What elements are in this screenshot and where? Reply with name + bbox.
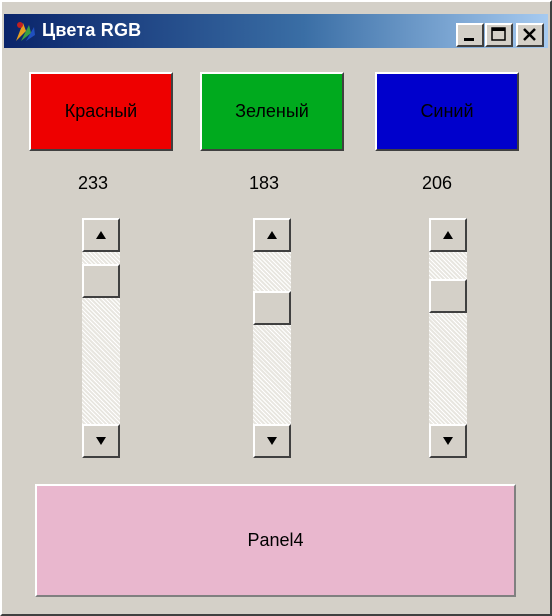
maximize-icon xyxy=(491,27,506,41)
title-bar[interactable]: Цвета RGB xyxy=(4,14,548,48)
color-preview-panel: Panel4 xyxy=(35,484,516,597)
scroll-down-button[interactable] xyxy=(82,424,120,458)
blue-button[interactable]: Синий xyxy=(375,72,519,151)
close-icon xyxy=(523,28,536,41)
green-scrollbar[interactable] xyxy=(253,218,291,458)
scroll-track[interactable] xyxy=(429,218,467,458)
red-button[interactable]: Красный xyxy=(29,72,173,151)
scroll-down-button[interactable] xyxy=(253,424,291,458)
scroll-up-button[interactable] xyxy=(253,218,291,252)
blue-scrollbar[interactable] xyxy=(429,218,467,458)
blue-value: 206 xyxy=(421,173,453,193)
arrow-up-icon xyxy=(96,231,106,239)
red-scrollbar[interactable] xyxy=(82,218,120,458)
scroll-track[interactable] xyxy=(253,218,291,458)
window-title: Цвета RGB xyxy=(42,20,142,40)
scroll-up-button[interactable] xyxy=(82,218,120,252)
app-icon xyxy=(16,22,35,41)
scroll-down-button[interactable] xyxy=(429,424,467,458)
maximize-button[interactable] xyxy=(485,23,513,47)
arrow-down-icon xyxy=(267,437,277,445)
arrow-up-icon xyxy=(267,231,277,239)
minimize-icon xyxy=(464,38,474,41)
scroll-up-button[interactable] xyxy=(429,218,467,252)
arrow-down-icon xyxy=(443,437,453,445)
scroll-thumb[interactable] xyxy=(82,263,120,298)
scroll-track[interactable] xyxy=(82,218,120,458)
rgb-window: Цвета RGB Красный Зеленый Синий 233 183 … xyxy=(0,0,552,616)
scroll-thumb[interactable] xyxy=(253,290,291,325)
minimize-button[interactable] xyxy=(456,23,484,47)
arrow-down-icon xyxy=(96,437,106,445)
red-value: 233 xyxy=(77,173,109,193)
green-value: 183 xyxy=(248,173,280,193)
close-button[interactable] xyxy=(516,23,544,47)
green-button[interactable]: Зеленый xyxy=(200,72,344,151)
arrow-up-icon xyxy=(443,231,453,239)
scroll-thumb[interactable] xyxy=(429,278,467,313)
